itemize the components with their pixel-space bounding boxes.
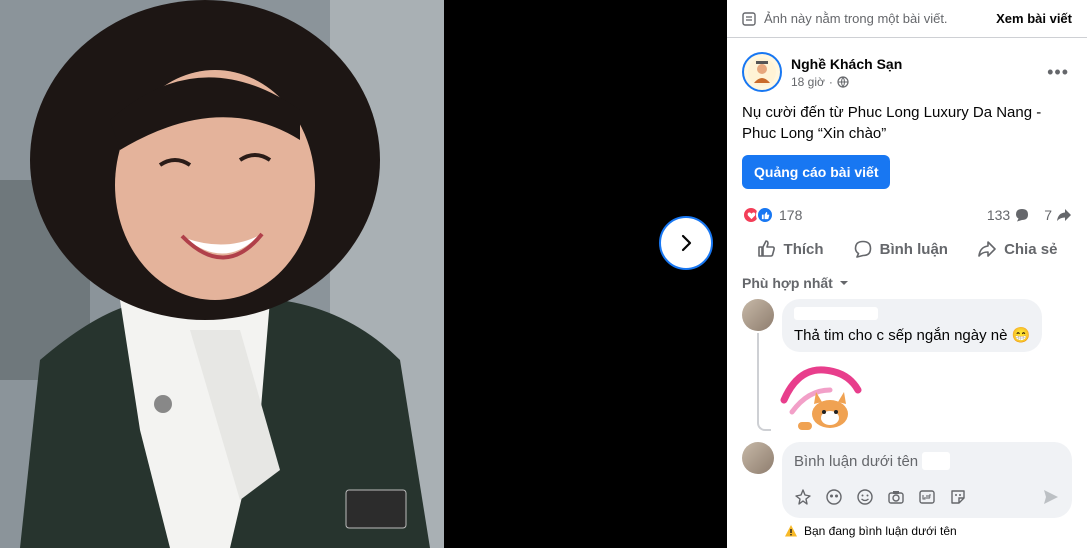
- thumbs-up-icon: [757, 240, 775, 257]
- caret-down-icon: [839, 281, 848, 285]
- boost-post-button[interactable]: Quảng cáo bài viết: [742, 155, 891, 189]
- comment-icon: [854, 240, 871, 258]
- thread-line: [757, 333, 759, 421]
- reactions-summary[interactable]: [742, 206, 774, 224]
- dog-sticker-image: [780, 366, 862, 430]
- commenter-avatar[interactable]: [742, 299, 774, 331]
- warning-icon: [785, 525, 797, 537]
- sort-label: Phù hợp nhất: [742, 275, 833, 291]
- more-options-icon[interactable]: •••: [1047, 62, 1069, 83]
- post-photo: [0, 0, 444, 548]
- sticker-icon[interactable]: [949, 488, 967, 506]
- comment-item: Thả tim cho c sếp ngắn ngày nè 😁: [727, 291, 1087, 431]
- like-reaction-icon: [756, 206, 774, 224]
- share-label: Chia sẻ: [1004, 240, 1058, 258]
- see-post-link[interactable]: Xem bài viết: [996, 11, 1072, 26]
- comment-label: Bình luận: [879, 240, 948, 258]
- comment-button[interactable]: Bình luận: [853, 239, 948, 259]
- thread-curve: [757, 421, 771, 431]
- commenter-name-redacted[interactable]: [794, 307, 878, 320]
- like-button[interactable]: Thích: [757, 239, 824, 259]
- share-icon: [978, 241, 996, 257]
- camera-icon[interactable]: [887, 488, 905, 506]
- comment-placeholder: Bình luận dưới tên: [794, 452, 919, 470]
- share-button[interactable]: Chia sẻ: [977, 239, 1057, 259]
- reaction-count[interactable]: 178: [779, 207, 987, 223]
- comment-text: Thả tim cho c sếp ngắn ngày nè 😁: [794, 327, 1031, 344]
- gif-icon[interactable]: [918, 488, 936, 506]
- post-stats: 178 133 7: [727, 205, 1087, 225]
- share-count[interactable]: 7: [1044, 207, 1052, 223]
- send-icon[interactable]: [1042, 488, 1060, 506]
- page-avatar[interactable]: [742, 52, 782, 92]
- comment-input[interactable]: Bình luận dưới tên: [782, 442, 1072, 518]
- next-photo-button[interactable]: [659, 216, 713, 270]
- name-redacted: [922, 452, 951, 470]
- post-side-panel: Ảnh này nằm trong một bài viết. Xem bài …: [727, 0, 1087, 548]
- avatar-sticker-icon[interactable]: [825, 488, 843, 506]
- page-name[interactable]: Nghề Khách Sạn: [791, 56, 1047, 72]
- comment-count[interactable]: 133: [987, 207, 1010, 223]
- comment-sticker[interactable]: [778, 360, 862, 432]
- share-arrow-icon: [1057, 209, 1071, 221]
- like-label: Thích: [783, 240, 824, 258]
- comment-bubble-icon: [1016, 209, 1029, 222]
- notice-text: Ảnh này nằm trong một bài viết.: [764, 11, 948, 26]
- current-user-avatar[interactable]: [742, 442, 774, 474]
- warning-text: Bạn đang bình luận dưới tên: [804, 524, 957, 538]
- emoji-icon[interactable]: [856, 488, 874, 506]
- globe-icon: [837, 75, 849, 88]
- page-logo-icon: [748, 58, 776, 86]
- post-icon: [742, 11, 756, 26]
- comment-composer: Bình luận dưới tên: [727, 432, 1087, 518]
- portrait-illustration: [0, 0, 444, 548]
- comment-sort-dropdown[interactable]: Phù hợp nhất: [727, 267, 1087, 291]
- chevron-right-icon: [681, 234, 692, 252]
- post-header: Nghề Khách Sạn 18 giờ · •••: [727, 38, 1087, 92]
- sparkle-avatar-icon[interactable]: [794, 488, 812, 506]
- post-caption: Nụ cười đến từ Phuc Long Luxury Da Nang …: [742, 104, 1042, 142]
- composer-tools: [794, 488, 1060, 506]
- post-notice-bar: Ảnh này nằm trong một bài viết. Xem bài …: [727, 0, 1087, 38]
- comment-bubble: Thả tim cho c sếp ngắn ngày nè 😁: [782, 299, 1043, 352]
- identity-warning: Bạn đang bình luận dưới tên: [727, 518, 1087, 538]
- post-actions: Thích Bình luận Chia sẻ: [727, 231, 1087, 267]
- post-time[interactable]: 18 giờ: [791, 75, 825, 89]
- photo-viewer: [0, 0, 727, 548]
